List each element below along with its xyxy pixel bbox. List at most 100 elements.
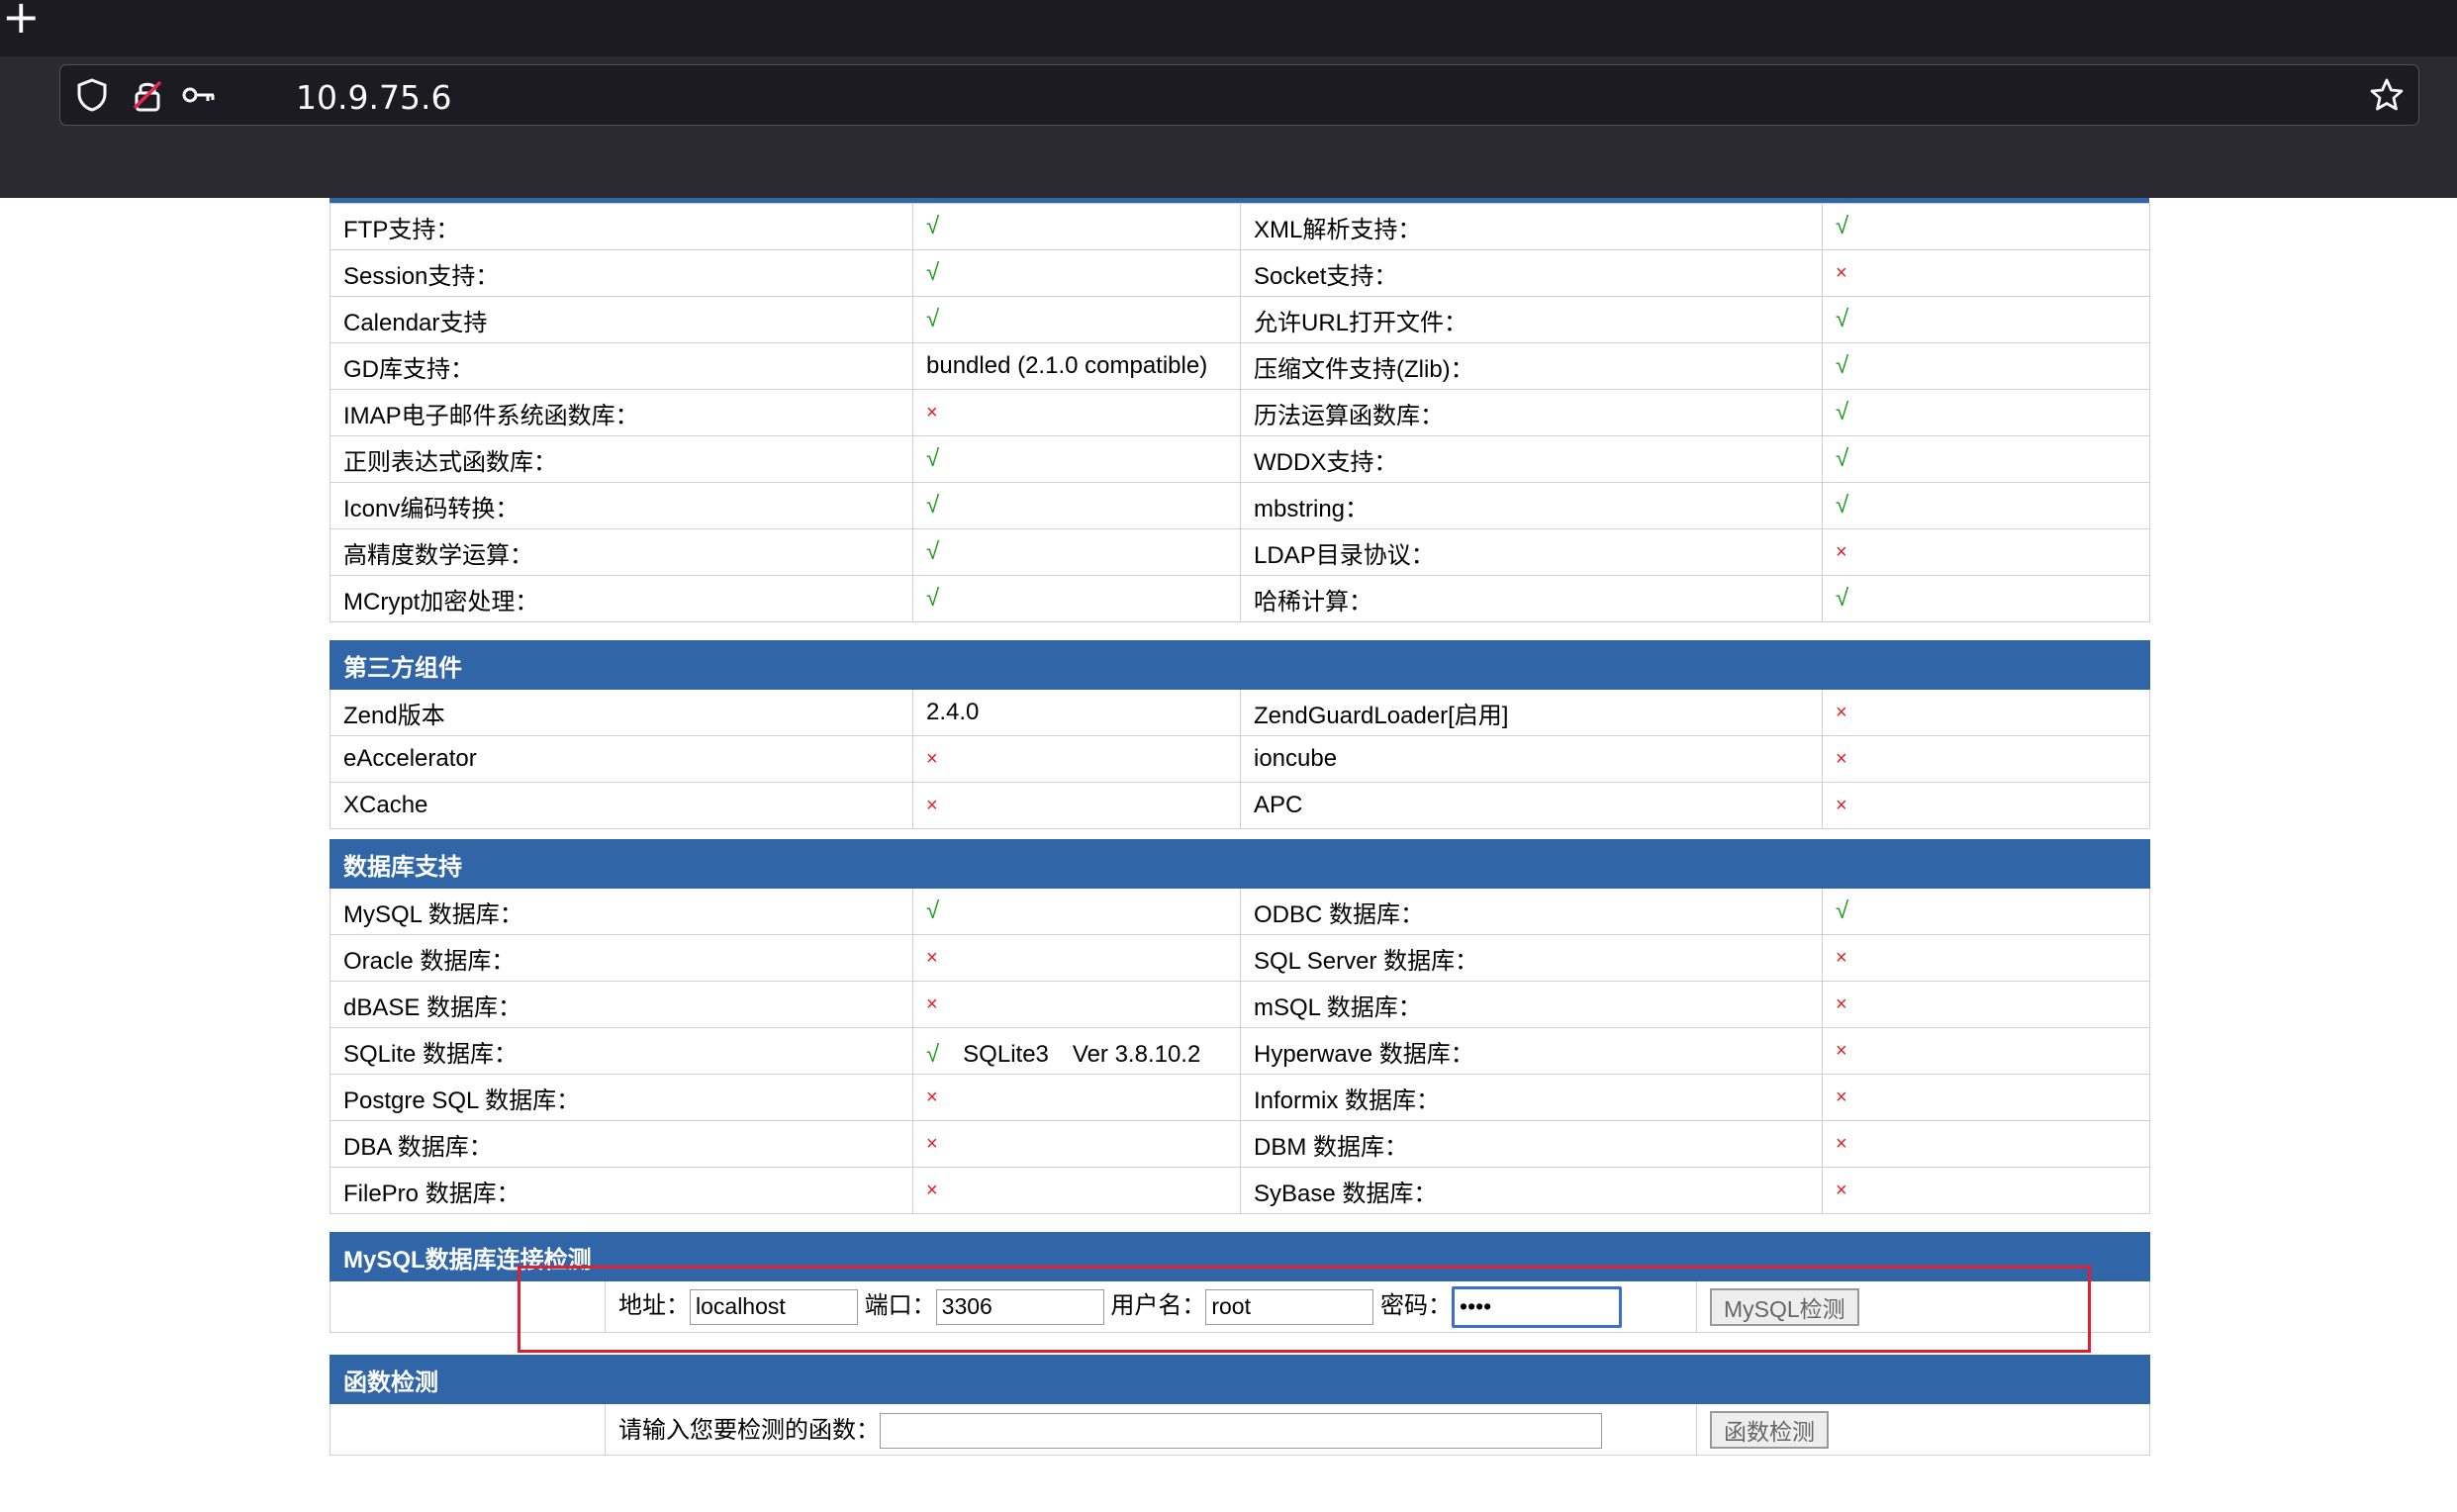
item-label: FTP支持： (330, 203, 913, 250)
item-value: bundled (2.1.0 compatible) (912, 342, 1241, 390)
item-value: √ (912, 528, 1241, 576)
item-value: √ (1822, 296, 2150, 343)
function-check-button[interactable]: 函数检测 (1710, 1410, 1829, 1449)
item-label: SQLite 数据库： (330, 1027, 913, 1075)
item-label: SQL Server 数据库： (1240, 934, 1823, 982)
item-value: √ (1822, 482, 2150, 529)
item-label: SyBase 数据库： (1240, 1167, 1823, 1214)
item-value: × (1822, 249, 2150, 297)
item-label: 高精度数学运算： (330, 528, 913, 576)
table-row: Oracle 数据库： × SQL Server 数据库： × (330, 934, 2150, 982)
third-party-table: 第三方组件 Zend版本 2.4.0 ZendGuardLoader[启用] × eAc… (330, 640, 2150, 829)
item-label: XCache (330, 782, 913, 829)
item-label: eAccelerator (330, 735, 913, 783)
item-value: √ (1822, 888, 2150, 935)
item-value: × (1822, 1167, 2150, 1214)
table-row: 高精度数学运算： √ LDAP目录协议： × (330, 528, 2150, 576)
item-label: dBASE 数据库： (330, 981, 913, 1028)
php-extensions-table: FTP支持： √ XML解析支持： √ Session支持： √ Socket支持： × Cal… (330, 203, 2150, 622)
function-form: 请输入您要检测的函数： (605, 1403, 1697, 1456)
item-label: 正则表达式函数库： (330, 435, 913, 483)
item-value: × (912, 934, 1241, 982)
item-label: Hyperwave 数据库： (1240, 1027, 1823, 1075)
table-row: FTP支持： √ XML解析支持： √ (330, 203, 2150, 250)
item-label: DBM 数据库： (1240, 1120, 1823, 1168)
function-prompt-label: 请输入您要检测的函数： (618, 1416, 880, 1444)
item-value: √ (1822, 342, 2150, 390)
table-row: Zend版本 2.4.0 ZendGuardLoader[启用] × (330, 689, 2150, 736)
table-row: dBASE 数据库： × mSQL 数据库： × (330, 981, 2150, 1028)
key-icon[interactable] (181, 77, 217, 113)
item-value: √ (912, 888, 1241, 935)
item-label: Postgre SQL 数据库： (330, 1074, 913, 1121)
item-label: ODBC 数据库： (1240, 888, 1823, 935)
check-mark: √ (926, 1040, 940, 1068)
item-label: ZendGuardLoader[启用] (1240, 689, 1823, 736)
section-title-function-check: 函数检测 (329, 1355, 2151, 1404)
item-value: × (912, 1074, 1241, 1121)
star-icon[interactable] (2369, 77, 2405, 113)
tab-strip: + (0, 0, 2457, 56)
item-value: × (1822, 981, 2150, 1028)
item-value: × (912, 981, 1241, 1028)
table-row: XCache × APC × (330, 782, 2150, 829)
table-row: Session支持： √ Socket支持： × (330, 249, 2150, 297)
highlight-annotation-box (518, 1266, 2091, 1353)
item-value: × (1822, 528, 2150, 576)
function-input[interactable] (880, 1413, 1602, 1450)
item-value: × (912, 1167, 1241, 1214)
item-label: Zend版本 (330, 689, 913, 736)
item-value: × (912, 782, 1241, 829)
item-label: APC (1240, 782, 1823, 829)
insecure-lock-icon[interactable] (130, 77, 165, 113)
table-row: eAccelerator × ioncube × (330, 735, 2150, 783)
table-row: DBA 数据库： × DBM 数据库： × (330, 1120, 2150, 1168)
item-value: × (1822, 1074, 2150, 1121)
table-row: SQLite 数据库： √ SQLite3 Ver 3.8.10.2 Hyperwa… (330, 1027, 2150, 1075)
item-value: 2.4.0 (912, 689, 1241, 736)
item-value: √ (1822, 575, 2150, 622)
item-label: mSQL 数据库： (1240, 981, 1823, 1028)
item-value: √ (912, 296, 1241, 343)
shield-icon[interactable] (74, 77, 110, 113)
item-value: √ (1822, 203, 2150, 250)
section-title-third-party: 第三方组件 (330, 640, 2150, 690)
url-bar[interactable]: 10.9.75.6 (59, 64, 2419, 126)
function-button-cell: 函数检测 (1695, 1403, 2151, 1456)
item-label: FilePro 数据库： (330, 1167, 913, 1214)
table-row: GD库支持： bundled (2.1.0 compatible) 压缩文件支持(Z… (330, 342, 2150, 390)
item-value: × (912, 389, 1241, 436)
spacer-cell (330, 1403, 606, 1456)
item-value: √ (912, 249, 1241, 297)
item-label: 压缩文件支持(Zlib)： (1240, 342, 1823, 390)
item-label: WDDX支持： (1240, 435, 1823, 483)
item-value: × (912, 1120, 1241, 1168)
item-value: × (1822, 934, 2150, 982)
item-label: MCrypt加密处理： (330, 575, 913, 622)
item-value: × (1822, 1120, 2150, 1168)
new-tab-button[interactable]: + (2, 0, 41, 40)
item-label: Session支持： (330, 249, 913, 297)
table-row: Postgre SQL 数据库： × Informix 数据库： × (330, 1074, 2150, 1121)
item-value: √ (912, 203, 1241, 250)
item-label: XML解析支持： (1240, 203, 1823, 250)
item-value: √ (912, 575, 1241, 622)
item-label: 哈稀计算： (1240, 575, 1823, 622)
table-row: MCrypt加密处理： √ 哈稀计算： √ (330, 575, 2150, 622)
item-label: LDAP目录协议： (1240, 528, 1823, 576)
item-label: MySQL 数据库： (330, 888, 913, 935)
url-text[interactable]: 10.9.75.6 (296, 78, 451, 117)
item-label: 允许URL打开文件： (1240, 296, 1823, 343)
section-title-database: 数据库支持 (330, 839, 2150, 889)
table-row: 正则表达式函数库： √ WDDX支持： √ (330, 435, 2150, 483)
table-row: MySQL 数据库： √ ODBC 数据库： √ (330, 888, 2150, 935)
function-check-table: 函数检测 请输入您要检测的函数： 函数检测 (329, 1355, 2151, 1456)
item-label: Calendar支持 (330, 296, 913, 343)
item-label: 历法运算函数库： (1240, 389, 1823, 436)
item-value: √ (912, 435, 1241, 483)
item-value: × (1822, 689, 2150, 736)
item-value: × (1822, 735, 2150, 783)
item-label: Informix 数据库： (1240, 1074, 1823, 1121)
table-row: Iconv编码转换： √ mbstring： √ (330, 482, 2150, 529)
item-value: √ (912, 482, 1241, 529)
